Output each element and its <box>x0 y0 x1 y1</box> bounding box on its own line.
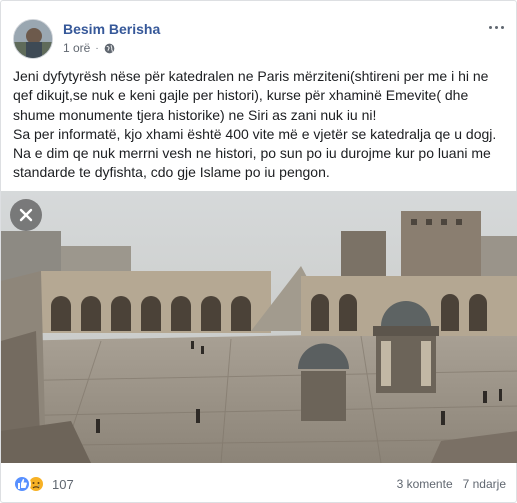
post-time[interactable]: 1 orë <box>63 41 90 55</box>
engagement-stats: 3 komente 7 ndarje <box>397 477 506 491</box>
post-header: Besim Berisha 1 orë · <box>13 13 506 59</box>
reactions-summary[interactable]: 107 <box>13 475 74 493</box>
shares-count-link[interactable]: 7 ndarje <box>463 477 506 491</box>
reaction-count: 107 <box>52 476 74 492</box>
post-footer: 107 3 komente 7 ndarje <box>13 471 506 495</box>
post-text-line: Na e dim qe nuk merrni vesh ne histori, … <box>13 145 491 181</box>
post-text-line: Sa per informatë, kjo xhami është 400 vi… <box>13 125 497 142</box>
close-icon[interactable] <box>10 199 42 231</box>
meta-separator: · <box>95 42 99 54</box>
avatar[interactable] <box>13 19 53 59</box>
post-meta: 1 orë · <box>63 41 115 55</box>
like-reaction-icon <box>13 475 31 493</box>
globe-icon[interactable] <box>104 43 115 54</box>
comments-count-link[interactable]: 3 komente <box>397 477 453 491</box>
more-options-icon[interactable] <box>486 17 506 37</box>
post-text-line: Jeni dyfytyrësh nëse për katedralen ne P… <box>13 68 489 123</box>
post-photo[interactable] <box>1 191 517 463</box>
facebook-post: Besim Berisha 1 orë · Jeni dyfytyrësh në… <box>0 0 517 503</box>
post-text: Jeni dyfytyrësh nëse për katedralen ne P… <box>13 67 510 183</box>
author-name[interactable]: Besim Berisha <box>63 21 160 37</box>
